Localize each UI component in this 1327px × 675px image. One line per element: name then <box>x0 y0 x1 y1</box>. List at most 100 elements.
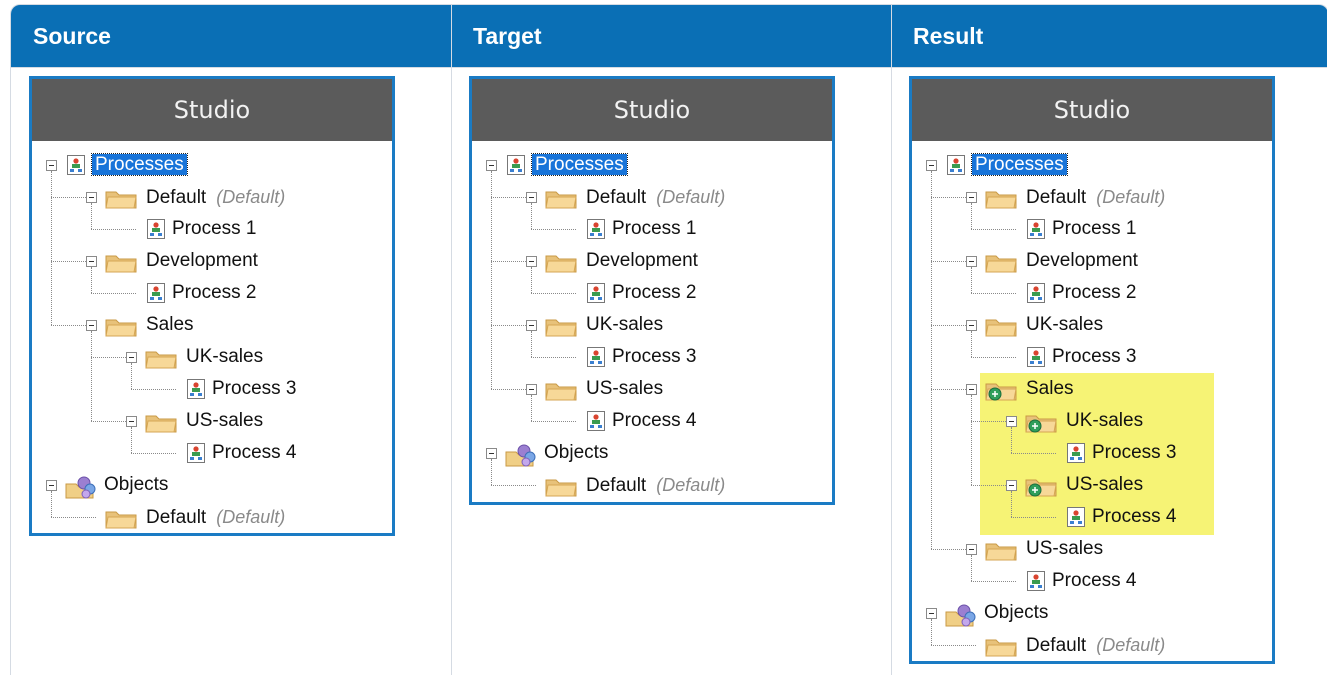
tree-connector <box>51 171 52 325</box>
process-icon <box>586 410 606 432</box>
default-tag: (Default) <box>656 187 726 207</box>
tree-connector <box>491 325 526 326</box>
collapse-toggle-icon[interactable] <box>526 384 537 395</box>
tree-item-default-group[interactable]: Default (Default) <box>586 185 725 210</box>
collapse-toggle-icon[interactable] <box>86 256 97 267</box>
column-header-target: Target <box>451 5 891 67</box>
tree-view: Processes Default (Default) Process 1 Dev… <box>472 141 832 502</box>
tree-connector <box>51 325 86 326</box>
tree-item-sales-group-new[interactable]: Sales <box>1026 377 1074 401</box>
tree-connector <box>971 267 972 293</box>
tree-connector <box>91 203 92 229</box>
process-icon <box>146 282 166 304</box>
tree-item-processes[interactable]: Processes <box>531 153 628 177</box>
tree-item-process[interactable]: Process 3 <box>1052 345 1136 369</box>
tree-item-process-new[interactable]: Process 3 <box>1092 441 1176 465</box>
studio-title: Studio <box>912 79 1272 141</box>
process-icon <box>1066 442 1086 464</box>
collapse-toggle-icon[interactable] <box>1006 416 1017 427</box>
tree-item-us-sales-group[interactable]: US-sales <box>186 409 263 433</box>
collapse-toggle-icon[interactable] <box>126 352 137 363</box>
tree-item-sales-group[interactable]: Sales <box>146 313 194 337</box>
tree-item-default-group[interactable]: Default (Default) <box>586 473 725 498</box>
tree-connector <box>971 203 972 229</box>
tree-connector <box>491 459 492 485</box>
tree-item-development-group[interactable]: Development <box>1026 249 1138 273</box>
tree-item-default-group[interactable]: Default (Default) <box>146 185 285 210</box>
studio-panel-source: Studio Processes Default (Default) Proces… <box>29 76 395 536</box>
tree-item-process[interactable]: Process 1 <box>1052 217 1136 241</box>
tree-connector <box>491 197 526 198</box>
tree-connector <box>1011 453 1056 454</box>
tree-item-development-group[interactable]: Development <box>146 249 258 273</box>
tree-item-uk-sales-group[interactable]: UK-sales <box>1026 313 1103 337</box>
tree-connector <box>931 171 932 549</box>
tree-connector <box>91 421 126 422</box>
tree-item-uk-sales-group-new[interactable]: UK-sales <box>1066 409 1143 433</box>
tree-item-objects[interactable]: Objects <box>984 601 1048 625</box>
tree-item-objects[interactable]: Objects <box>104 473 168 497</box>
collapse-toggle-icon[interactable] <box>486 448 497 459</box>
default-tag: (Default) <box>656 475 726 495</box>
tree-item-process[interactable]: Process 2 <box>612 281 696 305</box>
tree-connector <box>931 197 966 198</box>
column-divider <box>891 5 892 675</box>
collapse-toggle-icon[interactable] <box>966 320 977 331</box>
tree-item-process[interactable]: Process 2 <box>172 281 256 305</box>
collapse-toggle-icon[interactable] <box>46 480 57 491</box>
tree-connector <box>531 229 576 230</box>
tree-item-process[interactable]: Process 1 <box>172 217 256 241</box>
collapse-toggle-icon[interactable] <box>966 192 977 203</box>
tree-item-process[interactable]: Process 4 <box>212 441 296 465</box>
tree-item-default-group[interactable]: Default (Default) <box>1026 185 1165 210</box>
collapse-toggle-icon[interactable] <box>966 256 977 267</box>
collapse-toggle-icon[interactable] <box>526 320 537 331</box>
default-tag: (Default) <box>216 507 286 527</box>
tree-item-process[interactable]: Process 3 <box>212 377 296 401</box>
tree-item-us-sales-group[interactable]: US-sales <box>586 377 663 401</box>
tree-connector <box>51 261 86 262</box>
collapse-toggle-icon[interactable] <box>926 608 937 619</box>
process-icon <box>1026 282 1046 304</box>
tree-item-process[interactable]: Process 1 <box>612 217 696 241</box>
tree-item-us-sales-group[interactable]: US-sales <box>1026 537 1103 561</box>
tree-item-default-group[interactable]: Default (Default) <box>1026 633 1165 658</box>
tree-item-objects[interactable]: Objects <box>544 441 608 465</box>
folder-icon <box>104 186 138 210</box>
collapse-toggle-icon[interactable] <box>46 160 57 171</box>
folder-icon <box>104 506 138 530</box>
collapse-toggle-icon[interactable] <box>1006 480 1017 491</box>
folder-icon <box>144 346 178 370</box>
collapse-toggle-icon[interactable] <box>926 160 937 171</box>
collapse-toggle-icon[interactable] <box>486 160 497 171</box>
tree-item-process[interactable]: Process 3 <box>612 345 696 369</box>
collapse-toggle-icon[interactable] <box>966 544 977 555</box>
tree-item-us-sales-group-new[interactable]: US-sales <box>1066 473 1143 497</box>
tree-item-uk-sales-group[interactable]: UK-sales <box>186 345 263 369</box>
tree-item-processes[interactable]: Processes <box>91 153 188 177</box>
collapse-toggle-icon[interactable] <box>526 192 537 203</box>
tree-connector <box>491 389 526 390</box>
tree-item-uk-sales-group[interactable]: UK-sales <box>586 313 663 337</box>
tree-item-process[interactable]: Process 4 <box>1052 569 1136 593</box>
process-icon <box>186 442 206 464</box>
tree-connector <box>91 357 126 358</box>
tree-connector <box>971 421 1006 422</box>
process-icon <box>186 378 206 400</box>
tree-item-process-new[interactable]: Process 4 <box>1092 505 1176 529</box>
tree-item-development-group[interactable]: Development <box>586 249 698 273</box>
collapse-toggle-icon[interactable] <box>126 416 137 427</box>
tree-item-default-group[interactable]: Default (Default) <box>146 505 285 530</box>
collapse-toggle-icon[interactable] <box>526 256 537 267</box>
collapse-toggle-icon[interactable] <box>966 384 977 395</box>
tree-item-process[interactable]: Process 2 <box>1052 281 1136 305</box>
tree-item-processes[interactable]: Processes <box>971 153 1068 177</box>
default-tag: (Default) <box>1096 635 1166 655</box>
tree-connector <box>1011 517 1056 518</box>
tree-connector <box>91 229 136 230</box>
tree-item-process[interactable]: Process 4 <box>612 409 696 433</box>
collapse-toggle-icon[interactable] <box>86 192 97 203</box>
collapse-toggle-icon[interactable] <box>86 320 97 331</box>
tree-connector <box>491 261 526 262</box>
tree-connector <box>931 645 976 646</box>
